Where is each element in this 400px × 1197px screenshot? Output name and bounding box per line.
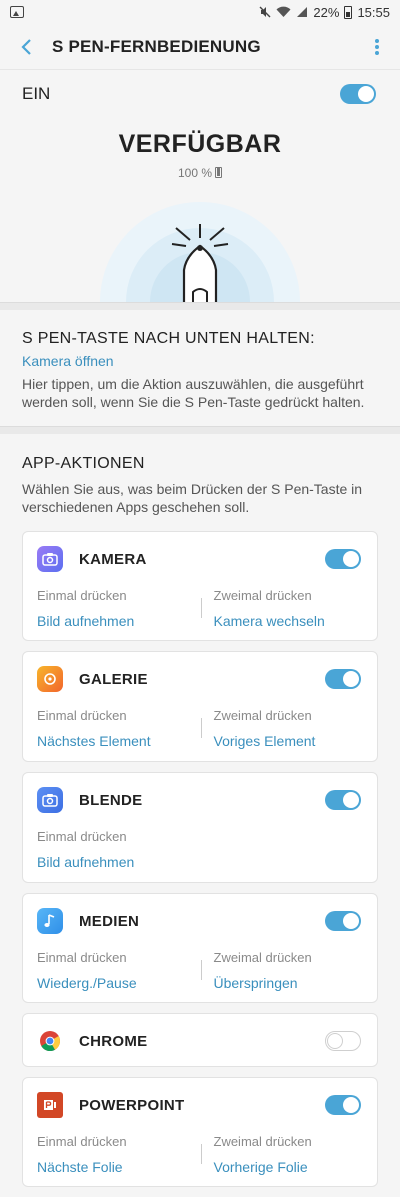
app-bar: S PEN-FERNBEDIENUNG xyxy=(0,24,400,70)
mute-icon xyxy=(259,6,271,18)
twice-press-option[interactable]: Zweimal drücken Überspringen xyxy=(187,948,364,991)
app-toggle[interactable] xyxy=(325,1031,361,1051)
twice-label: Zweimal drücken xyxy=(213,708,312,723)
column-divider xyxy=(201,1144,202,1164)
column-divider xyxy=(201,598,202,618)
app-card-blende[interactable]: BLENDE Einmal drücken Bild aufnehmen xyxy=(22,772,378,883)
app-toggle[interactable] xyxy=(325,911,361,931)
pen-battery-icon xyxy=(215,167,223,178)
app-toggle[interactable] xyxy=(325,790,361,810)
twice-press-option[interactable]: Zweimal drücken Voriges Element xyxy=(187,706,364,749)
more-vert-icon xyxy=(375,38,379,55)
once-label: Einmal drücken xyxy=(37,1134,127,1149)
camera-icon xyxy=(37,546,63,572)
app-card-galerie[interactable]: GALERIE Einmal drücken Nächstes Element … xyxy=(22,651,378,762)
camera-icon xyxy=(37,787,63,813)
once-value: Nächste Folie xyxy=(37,1159,123,1175)
powerpoint-icon xyxy=(37,1092,63,1118)
app-name: POWERPOINT xyxy=(79,1096,185,1114)
status-bar: 22% 15:55 xyxy=(0,0,400,24)
app-card-chrome[interactable]: CHROME xyxy=(22,1013,378,1067)
back-button[interactable] xyxy=(0,24,52,70)
pen-battery-row: 100 % xyxy=(0,166,400,180)
app-name: CHROME xyxy=(79,1032,148,1050)
signal-icon xyxy=(297,7,308,17)
app-name: KAMERA xyxy=(79,550,147,568)
master-switch-label: EIN xyxy=(22,84,51,103)
twice-label: Zweimal drücken xyxy=(213,950,312,965)
hold-button-action[interactable]: Kamera öffnen xyxy=(22,353,114,369)
clock: 15:55 xyxy=(357,4,390,20)
s-pen-illustration xyxy=(100,200,300,302)
once-press-option[interactable]: Einmal drücken Bild aufnehmen xyxy=(37,827,363,870)
twice-value: Kamera wechseln xyxy=(213,613,325,629)
hold-button-title: S PEN-TASTE NACH UNTEN HALTEN: xyxy=(22,330,315,347)
once-label: Einmal drücken xyxy=(37,588,127,603)
image-notification-icon xyxy=(10,6,24,18)
section-divider xyxy=(0,302,400,310)
battery-icon xyxy=(344,5,353,19)
app-toggle[interactable] xyxy=(325,669,361,689)
once-press-option[interactable]: Einmal drücken Nächste Folie xyxy=(37,1132,187,1175)
twice-press-option[interactable]: Zweimal drücken Kamera wechseln xyxy=(187,586,364,629)
app-toggle[interactable] xyxy=(325,549,361,569)
app-name: GALERIE xyxy=(79,670,148,688)
wifi-icon xyxy=(276,6,291,18)
once-press-option[interactable]: Einmal drücken Bild aufnehmen xyxy=(37,586,187,629)
app-name: BLENDE xyxy=(79,791,143,809)
hold-button-description[interactable]: Hier tippen, um die Aktion auszuwählen, … xyxy=(22,375,382,411)
page-title: S PEN-FERNBEDIENUNG xyxy=(52,36,261,56)
twice-label: Zweimal drücken xyxy=(213,588,312,603)
chrome-icon xyxy=(37,1028,63,1054)
once-value: Nächstes Element xyxy=(37,733,151,749)
app-actions-description: Wählen Sie aus, was beim Drücken der S P… xyxy=(22,481,363,515)
once-label: Einmal drücken xyxy=(37,708,127,723)
twice-label: Zweimal drücken xyxy=(213,1134,312,1149)
twice-value: Überspringen xyxy=(213,975,298,991)
battery-percent: 22% xyxy=(313,4,340,20)
gallery-icon xyxy=(37,666,63,692)
once-value: Bild aufnehmen xyxy=(37,854,135,870)
twice-value: Voriges Element xyxy=(213,733,316,749)
app-card-kamera[interactable]: KAMERA Einmal drücken Bild aufnehmen Zwe… xyxy=(22,531,378,641)
once-press-option[interactable]: Einmal drücken Wiederg./Pause xyxy=(37,948,187,991)
twice-press-option[interactable]: Zweimal drücken Vorherige Folie xyxy=(187,1132,364,1175)
music-note-icon xyxy=(37,908,63,934)
column-divider xyxy=(201,960,202,980)
section-divider xyxy=(0,426,400,434)
twice-value: Vorherige Folie xyxy=(213,1159,308,1175)
back-arrow-icon xyxy=(21,38,31,55)
app-actions-title: APP-AKTIONEN xyxy=(22,455,145,472)
master-toggle[interactable] xyxy=(340,84,376,104)
once-value: Wiederg./Pause xyxy=(37,975,137,991)
app-card-medien[interactable]: MEDIEN Einmal drücken Wiederg./Pause Zwe… xyxy=(22,893,378,1003)
master-switch-row[interactable]: EIN xyxy=(0,72,400,116)
app-toggle[interactable] xyxy=(325,1095,361,1115)
connection-status: VERFÜGBAR xyxy=(118,130,282,158)
app-card-powerpoint[interactable]: POWERPOINT Einmal drücken Nächste Folie … xyxy=(22,1077,378,1187)
once-press-option[interactable]: Einmal drücken Nächstes Element xyxy=(37,706,187,749)
column-divider xyxy=(201,718,202,738)
pen-battery-level: 100 % xyxy=(177,166,213,180)
once-label: Einmal drücken xyxy=(37,950,127,965)
status-bar-right: 22% 15:55 xyxy=(259,5,390,20)
more-options-button[interactable] xyxy=(354,24,400,70)
app-name: MEDIEN xyxy=(79,912,140,930)
once-label: Einmal drücken xyxy=(37,829,127,844)
once-value: Bild aufnehmen xyxy=(37,613,135,629)
